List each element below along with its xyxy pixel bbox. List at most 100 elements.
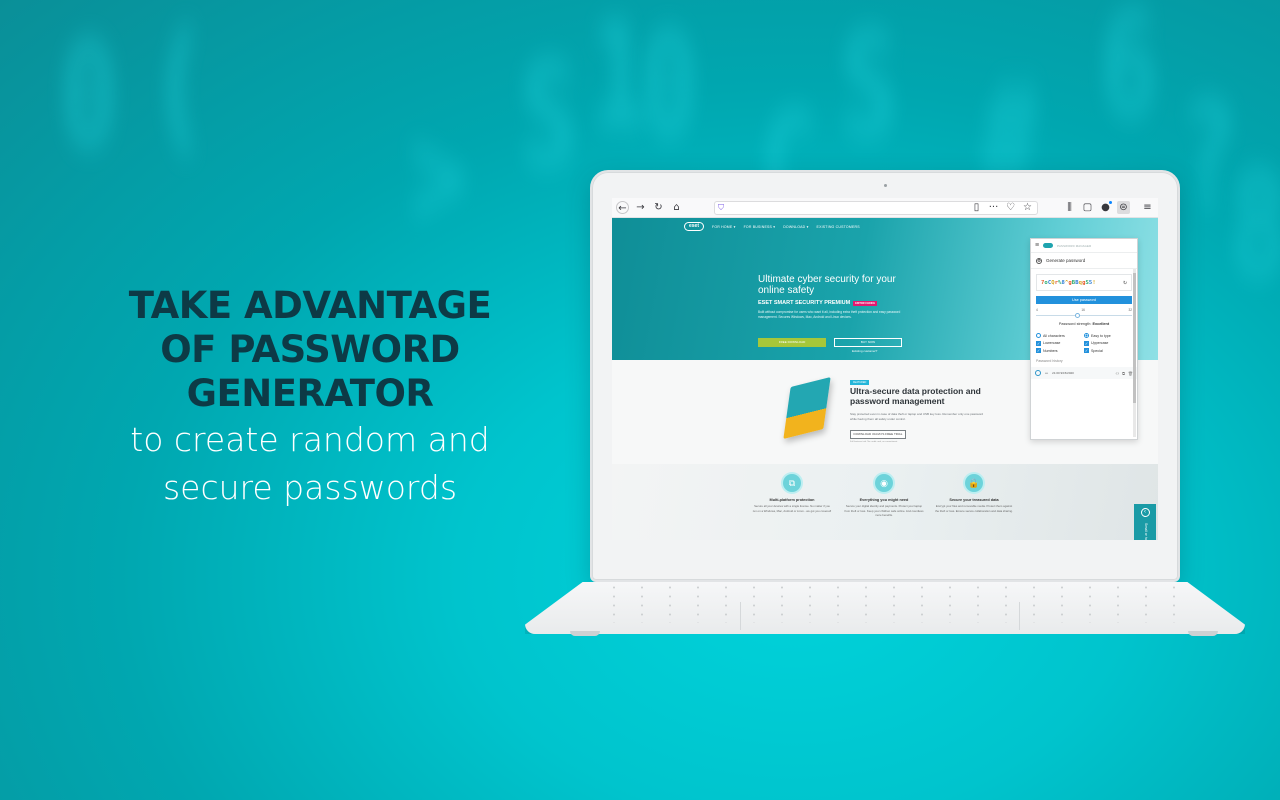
- generate-password-header: ⚙ Generate password: [1031, 253, 1137, 269]
- length-labels: 4 16 32: [1036, 308, 1132, 312]
- web-page: eset FOR HOME ▾ FOR BUSINESS ▾ DOWNLOAD …: [612, 218, 1158, 540]
- nav-download[interactable]: DOWNLOAD ▾: [783, 225, 808, 229]
- back-icon[interactable]: ←: [616, 201, 629, 214]
- pm-menu-icon[interactable]: ≡: [1035, 242, 1039, 249]
- feature-everything: ◉ Everything you might need Secure your …: [844, 474, 924, 518]
- copy-icon[interactable]: ⧉: [1122, 371, 1125, 376]
- tracking-shield-icon[interactable]: ⛉: [718, 203, 726, 212]
- browser-menu-icon[interactable]: ≡: [1141, 201, 1154, 214]
- background-glyph: 8: [1230, 142, 1280, 310]
- background-glyph: 6: [1100, 0, 1158, 150]
- home-icon[interactable]: ⌂: [670, 201, 683, 214]
- pm-header: ≡ PASSWORD MANAGER: [1031, 239, 1137, 253]
- free-download-button[interactable]: FREE DOWNLOAD: [758, 338, 826, 347]
- checkbox-checked-icon[interactable]: ✓: [1084, 340, 1089, 346]
- background-glyph: 0: [640, 2, 698, 170]
- password-options: All characters Easy to type ✓ Lowercase ✓…: [1036, 333, 1132, 353]
- generated-password-field[interactable]: 7oCQr%8^gBBqgS5! ↻: [1036, 274, 1132, 291]
- bookmark-star-icon[interactable]: ☆: [1021, 201, 1034, 214]
- pocket-icon[interactable]: ♡: [1004, 201, 1017, 214]
- laptop-foot: [1188, 631, 1218, 636]
- background-glyph: S: [840, 2, 898, 170]
- checkbox-checked-icon[interactable]: ✓: [1036, 340, 1041, 346]
- hero-title: Ultimate cyber security for your online …: [758, 274, 896, 296]
- promo-subline: to create random and secure passwords: [130, 420, 490, 507]
- nav-for-home[interactable]: FOR HOME ▾: [712, 225, 736, 229]
- laptop-foot: [570, 631, 600, 636]
- password-strength: Password strength: Excellent: [1058, 322, 1110, 326]
- product-name: ESET SMART SECURITY PREMIUM EDITOR CHOIC…: [758, 300, 878, 306]
- browser-toolbar: ← → ↻ ⌂ ⛉ ▯ ··· ♡ ☆ ⫼ ▢ ● ⊜ ≡: [612, 198, 1158, 218]
- pm-scrollbar[interactable]: [1133, 269, 1136, 437]
- eset-logo-icon: [1043, 243, 1054, 248]
- url-bar[interactable]: ⛉ ▯ ··· ♡ ☆: [714, 200, 1038, 215]
- buy-now-button[interactable]: BUY NOW: [834, 338, 902, 347]
- password-history-label: Password history: [1036, 359, 1063, 363]
- history-actions: ⚇ ⧉ 🗑: [1115, 371, 1133, 376]
- sidebar-icon[interactable]: ▢: [1081, 201, 1094, 214]
- page-actions-icon[interactable]: ···: [987, 201, 1000, 214]
- section-title: Ultra-secure data protection and passwor…: [850, 386, 981, 406]
- feature-treasured-data: 🔒 Secure your treasured data Encrypt you…: [934, 474, 1014, 513]
- checkbox-checked-icon[interactable]: ✓: [1084, 348, 1089, 353]
- regenerate-icon[interactable]: ↻: [1123, 279, 1127, 286]
- checkbox-checked-icon[interactable]: ✓: [1036, 348, 1041, 353]
- radio-selected-icon[interactable]: [1084, 333, 1089, 338]
- option-numbers[interactable]: ✓ Numbers: [1036, 348, 1084, 353]
- promo-headline: TAKE ADVANTAGE OF PASSWORD GENERATOR: [128, 284, 492, 415]
- laptop-trackpad: [740, 602, 1020, 630]
- radio-icon[interactable]: [1036, 333, 1041, 338]
- devices-icon: ⧉: [783, 474, 801, 492]
- eye-icon: ◉: [875, 474, 893, 492]
- globe-icon: [1035, 370, 1041, 376]
- download-trial-button[interactable]: DOWNLOAD 30-DAYS FREE TRIAL: [850, 430, 906, 439]
- existing-customer-link[interactable]: Existing customer?: [852, 349, 877, 353]
- option-all-characters[interactable]: All characters: [1036, 333, 1084, 338]
- hero-description: Built without compromise for users who w…: [758, 310, 901, 319]
- library-icon[interactable]: ⫼: [1063, 201, 1076, 214]
- history-masked-password: •••: [1045, 371, 1049, 375]
- laptop-camera: [884, 184, 887, 187]
- background-glyph: 1: [590, 0, 648, 160]
- eset-logo[interactable]: eset: [684, 222, 704, 231]
- nav-for-business[interactable]: FOR BUSINESS ▾: [744, 225, 776, 229]
- trial-note: Full features trial. No credit card, no …: [850, 441, 898, 443]
- generator-icon: ⚙: [1036, 257, 1042, 264]
- product-badge: EDITOR CHOICE: [853, 300, 878, 306]
- background-glyph: (: [150, 2, 208, 170]
- background-glyph: >: [410, 92, 468, 260]
- section-description: Stay protected even in case of data thef…: [850, 412, 984, 421]
- person-icon[interactable]: ⚇: [1115, 371, 1119, 376]
- reload-icon[interactable]: ↻: [652, 201, 665, 214]
- featured-tag: FEATURED: [850, 380, 870, 385]
- feature-multi-platform: ⧉ Multi-platform protection Secure all y…: [752, 474, 832, 513]
- promo-text: TAKE ADVANTAGE OF PASSWORD GENERATOR to …: [100, 284, 520, 512]
- forward-icon[interactable]: →: [634, 201, 647, 214]
- password-manager-popup: ≡ PASSWORD MANAGER ⚙ Generate password 7…: [1030, 238, 1138, 440]
- history-item[interactable]: ••• 21:00 9/15/2020 ⚇ ⧉ 🗑: [1031, 367, 1137, 379]
- background-glyph: S: [520, 32, 578, 200]
- account-icon[interactable]: ●: [1099, 201, 1112, 214]
- history-timestamp: 21:00 9/15/2020: [1052, 371, 1074, 375]
- small-or-home-side-tab[interactable]: ‹ Small or home: [1134, 504, 1156, 540]
- option-uppercase[interactable]: ✓ Uppercase: [1084, 340, 1132, 346]
- background-glyph: 0: [60, 12, 118, 180]
- generated-password: 7oCQr%8^gBBqgS5!: [1041, 280, 1096, 286]
- lock-icon: 🔒: [965, 474, 983, 492]
- browser-window: ← → ↻ ⌂ ⛉ ▯ ··· ♡ ☆ ⫼ ▢ ● ⊜ ≡ eset FOR H…: [612, 198, 1158, 540]
- pm-brand: PASSWORD MANAGER: [1057, 243, 1092, 248]
- reader-view-icon[interactable]: ▯: [970, 201, 983, 214]
- option-lowercase[interactable]: ✓ Lowercase: [1036, 340, 1084, 346]
- option-special[interactable]: ✓ Special: [1084, 348, 1132, 353]
- features-section: ⧉ Multi-platform protection Secure all y…: [612, 464, 1158, 540]
- password-char: !: [1092, 279, 1096, 286]
- option-easy-to-type[interactable]: Easy to type: [1084, 333, 1132, 338]
- product-box-image: [783, 377, 831, 439]
- eset-password-manager-icon[interactable]: ⊜: [1117, 201, 1130, 214]
- length-slider[interactable]: [1036, 313, 1132, 318]
- use-password-button[interactable]: Use password: [1036, 296, 1132, 304]
- chevron-left-icon: ‹: [1140, 508, 1150, 517]
- length-slider-thumb[interactable]: [1074, 313, 1080, 318]
- site-nav: eset FOR HOME ▾ FOR BUSINESS ▾ DOWNLOAD …: [684, 222, 860, 231]
- nav-existing-customers[interactable]: EXISTING CUSTOMERS: [817, 225, 860, 229]
